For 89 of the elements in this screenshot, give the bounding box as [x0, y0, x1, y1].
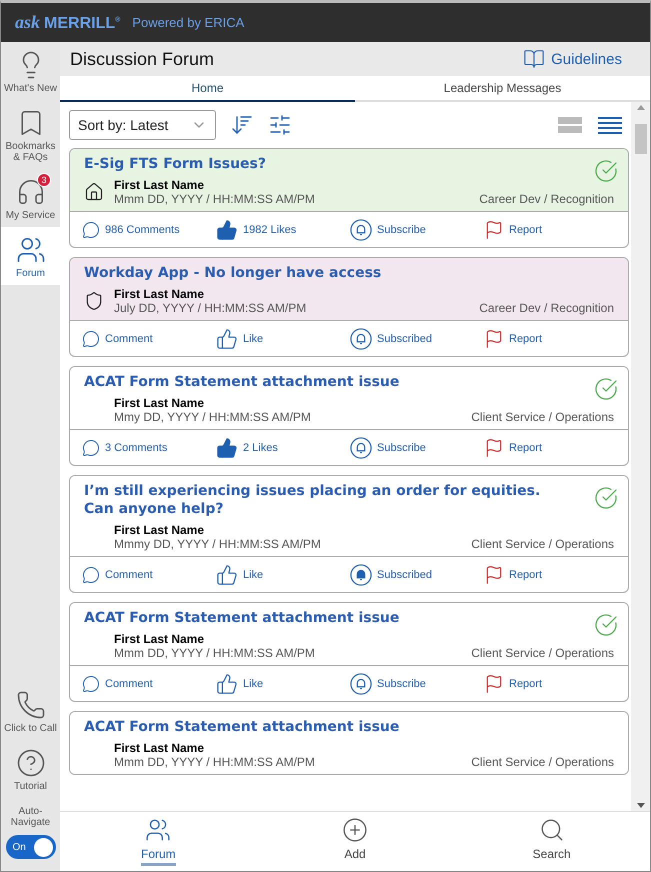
author-name: First Last Name	[114, 178, 206, 192]
comment-link[interactable]: Comment	[82, 566, 216, 584]
comment-icon	[82, 674, 100, 692]
add-icon	[342, 817, 368, 843]
post-title[interactable]: E-Sig FTS Form Issues?	[84, 155, 614, 173]
author-name: First Last Name	[114, 523, 206, 537]
post-card[interactable]: I’m still experiencing issues placing an order for equities. Can anyone help? First Last Name Mmmy DD, YYYY / HH:MM:SS AM/PM Client Service / Operations Comment Like Subscribed Report	[69, 475, 629, 593]
like-link[interactable]: 1982 Likes	[216, 218, 350, 240]
notification-badge: 3	[37, 173, 51, 187]
phone-icon	[16, 690, 46, 720]
post-date: Mmm DD, YYYY / HH:MM:SS AM/PM	[114, 192, 316, 206]
comment-icon	[82, 220, 100, 238]
like-link[interactable]: Like	[216, 328, 350, 350]
nav-item[interactable]: Add	[256, 812, 454, 871]
post-card[interactable]: ACAT Form Statement attachment issue First Last Name Mmm DD, YYYY / HH:MM:SS AM/PM Client Service / Operations	[69, 711, 629, 775]
report-link[interactable]: Report	[484, 564, 618, 584]
subscribe-link[interactable]: Subscribed	[350, 564, 484, 586]
post-card[interactable]: Workday App - No longer have access First Last Name July DD, YYYY / HH:MM:SS AM/PM Career Dev / Recognition Comment Like Subscribed Report	[69, 257, 629, 357]
post-date: Mmy DD, YYYY / HH:MM:SS AM/PM	[114, 410, 312, 424]
author-name: First Last Name	[114, 287, 206, 301]
author-name: First Last Name	[114, 396, 206, 410]
flag-icon	[484, 328, 504, 348]
post-category: Client Service / Operations	[471, 646, 614, 660]
author-name: First Last Name	[114, 741, 206, 755]
post-category: Client Service / Operations	[471, 755, 614, 769]
post-date: Mmmy DD, YYYY / HH:MM:SS AM/PM	[114, 537, 322, 551]
report-link[interactable]: Report	[484, 220, 618, 240]
post-title[interactable]: ACAT Form Statement attachment issue	[84, 718, 614, 736]
subscribe-link[interactable]: Subscribe	[350, 436, 484, 458]
house-icon	[84, 182, 104, 202]
flag-icon	[484, 438, 504, 458]
book-icon	[523, 48, 546, 70]
like-link[interactable]: Like	[216, 564, 350, 586]
sidebar-item[interactable]: Bookmarks & FAQs	[1, 100, 60, 169]
shield-icon	[84, 291, 104, 311]
post-category: Career Dev / Recognition	[479, 301, 614, 315]
like-link[interactable]: 2 Likes	[216, 436, 350, 458]
scrollbar[interactable]	[631, 102, 650, 811]
post-card[interactable]: ACAT Form Statement attachment issue First Last Name Mmy DD, YYYY / HH:MM:SS AM/PM Client Service / Operations 3 Comments 2 Likes Subscribe Report	[69, 366, 629, 466]
comment-link[interactable]: Comment	[82, 674, 216, 692]
report-link[interactable]: Report	[484, 438, 618, 458]
toggle-switch[interactable]: On	[6, 835, 56, 859]
flag-icon	[484, 220, 504, 240]
comment-icon	[82, 438, 100, 456]
sidebar-item[interactable]: What's New	[1, 42, 60, 100]
post-category: Career Dev / Recognition	[479, 192, 614, 206]
comment-link[interactable]: 3 Comments	[82, 438, 216, 456]
subscribe-link[interactable]: Subscribed	[350, 328, 484, 350]
post-card[interactable]: ACAT Form Statement attachment issue First Last Name Mmm DD, YYYY / HH:MM:SS AM/PM Client Service / Operations Comment Like Subscribe Report	[69, 602, 629, 702]
subscribe-link[interactable]: Subscribe	[350, 672, 484, 694]
like-link[interactable]: Like	[216, 672, 350, 694]
people-icon	[16, 235, 46, 265]
logo: ask MERRILL$^{®}$	[15, 12, 120, 33]
help-icon	[16, 748, 46, 778]
auto-navigate-label: Auto-Navigate	[10, 806, 52, 828]
subscribe-link[interactable]: Subscribe	[350, 218, 484, 240]
comment-link[interactable]: 986 Comments	[82, 220, 216, 238]
post-date: Mmm DD, YYYY / HH:MM:SS AM/PM	[114, 755, 316, 769]
sidebar-item[interactable]: 3 My Service	[1, 169, 60, 227]
author-name: First Last Name	[114, 632, 206, 646]
filter-button[interactable]	[268, 113, 292, 137]
post-date: Mmm DD, YYYY / HH:MM:SS AM/PM	[114, 646, 316, 660]
post-title[interactable]: I’m still experiencing issues placing an order for equities. Can anyone help?	[84, 482, 614, 518]
post-category: Client Service / Operations	[471, 537, 614, 551]
sidebar-item[interactable]: Tutorial	[1, 740, 60, 798]
flag-icon	[484, 674, 504, 694]
post-date: July DD, YYYY / HH:MM:SS AM/PM	[114, 301, 308, 315]
comment-link[interactable]: Comment	[82, 330, 216, 348]
post-card[interactable]: E-Sig FTS Form Issues? First Last Name Mmm DD, YYYY / HH:MM:SS AM/PM Career Dev / Recognition 986 Comments 1982 Likes Subscribe Report	[69, 148, 629, 248]
post-title[interactable]: Workday App - No longer have access	[84, 264, 614, 282]
nav-item[interactable]: Forum	[60, 812, 257, 871]
report-link[interactable]: Report	[484, 328, 618, 348]
comment-icon	[82, 330, 100, 348]
post-title[interactable]: ACAT Form Statement attachment issue	[84, 609, 614, 627]
page-title: Discussion Forum	[70, 48, 214, 70]
sort-dropdown[interactable]: Sort by: Latest	[69, 110, 216, 140]
sidebar-item[interactable]: Forum	[1, 227, 60, 285]
list-view-button[interactable]	[597, 115, 623, 135]
sidebar-item[interactable]: Click to Call	[1, 682, 60, 740]
tagline: Powered by ERICA	[132, 15, 244, 30]
flag-icon	[484, 564, 504, 584]
post-category: Client Service / Operations	[471, 410, 614, 424]
people-icon	[145, 817, 172, 843]
post-title[interactable]: ACAT Form Statement attachment issue	[84, 373, 614, 391]
report-link[interactable]: Report	[484, 674, 618, 694]
nav-item[interactable]: Search	[453, 812, 650, 871]
guidelines-link[interactable]: Guidelines	[523, 48, 622, 70]
comment-icon	[82, 566, 100, 584]
search-icon	[538, 817, 565, 843]
